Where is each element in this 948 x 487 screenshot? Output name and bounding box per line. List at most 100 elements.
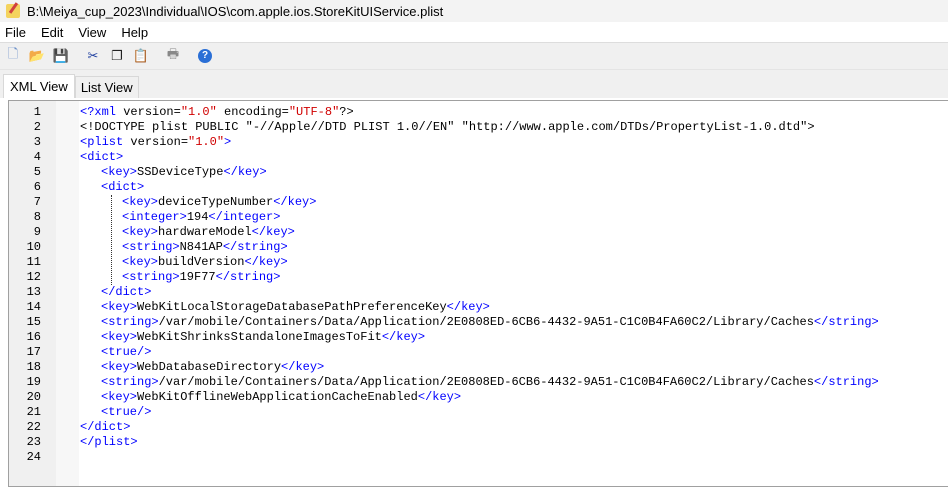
- new-file-icon[interactable]: 🗋: [5, 46, 21, 64]
- open-folder-icon[interactable]: 📂: [29, 48, 45, 64]
- fold-margin: [56, 101, 79, 486]
- xml-tag: </string>: [222, 240, 288, 254]
- menu-edit[interactable]: Edit: [41, 25, 63, 40]
- xml-tag: <plist: [80, 135, 131, 149]
- line-number: 4: [33, 150, 41, 164]
- code-line: 24: [9, 450, 41, 465]
- xml-tag: <string>: [122, 270, 180, 284]
- code-text: <key>buildVersion</key>: [80, 255, 288, 270]
- xml-tag: >: [224, 135, 232, 149]
- code-text: <string>N841AP</string>: [80, 240, 288, 255]
- tab-xml-view[interactable]: XML View: [3, 74, 75, 98]
- xml-tag: </key>: [281, 360, 325, 374]
- code-text: <true/>: [80, 405, 151, 420]
- line-number: 11: [26, 255, 41, 269]
- toolbar: 🗋 📂 💾 ✂ ❐ 📋 🖶 ?: [0, 42, 948, 69]
- code-lines: 1 <?xml version="1.0" encoding="UTF-8"?> 2…: [9, 105, 879, 465]
- title-bar: B:\Meiya_cup_2023\Individual\IOS\com.app…: [0, 0, 948, 22]
- text-content: /var/mobile/Containers/Data/Application/…: [158, 375, 814, 389]
- xml-tag: </key>: [381, 330, 426, 344]
- line-number: 13: [26, 285, 41, 299]
- code-line: 14 <key>WebKitLocalStorageDatabasePathPre…: [9, 300, 490, 315]
- xml-tag: <true/>: [101, 345, 152, 359]
- attribute-value: "1.0": [188, 135, 225, 149]
- text-content: 194: [186, 210, 209, 224]
- xml-tag: <key>: [122, 255, 159, 269]
- line-number: 14: [26, 300, 41, 314]
- xml-tag: </string>: [215, 270, 281, 284]
- xml-tag: </dict>: [80, 420, 131, 434]
- text-content: /var/mobile/Containers/Data/Application/…: [158, 315, 814, 329]
- view-tabs: XML View List View: [0, 69, 948, 98]
- xml-tag: <?xml: [80, 105, 124, 119]
- xml-tag: <key>: [101, 330, 138, 344]
- line-number: 1: [33, 105, 41, 119]
- xml-tag: <dict>: [101, 180, 145, 194]
- paste-icon[interactable]: 📋: [133, 48, 149, 64]
- code-line: 4 <dict>: [9, 150, 123, 165]
- xml-editor[interactable]: 1 <?xml version="1.0" encoding="UTF-8"?> 2…: [8, 100, 948, 487]
- text-content: ?>: [339, 105, 354, 119]
- cut-icon[interactable]: ✂: [85, 48, 101, 64]
- copy-icon[interactable]: ❐: [109, 48, 125, 64]
- text-content: WebDatabaseDirectory: [137, 360, 282, 374]
- xml-tag: <dict>: [80, 150, 124, 164]
- code-text: <key>hardwareModel</key>: [80, 225, 295, 240]
- xml-tag: </key>: [417, 390, 462, 404]
- line-number: 24: [26, 450, 41, 464]
- line-number: 9: [33, 225, 41, 239]
- line-number: 19: [26, 375, 41, 389]
- xml-tag: <key>: [101, 300, 138, 314]
- code-line: 3 <plist version="1.0">: [9, 135, 231, 150]
- text-content: encoding=: [216, 105, 289, 119]
- save-icon[interactable]: 💾: [53, 48, 69, 64]
- code-text: <true/>: [80, 345, 151, 360]
- line-number: 3: [33, 135, 41, 149]
- code-line: 13 </dict>: [9, 285, 152, 300]
- code-line: 6 <dict>: [9, 180, 144, 195]
- text-content: version=: [130, 135, 189, 149]
- code-text: <integer>194</integer>: [80, 210, 280, 225]
- xml-tag: <string>: [101, 315, 159, 329]
- text-content: N841AP: [179, 240, 223, 254]
- line-number: 22: [26, 420, 41, 434]
- code-line: 17 <true/>: [9, 345, 152, 360]
- xml-tag: </plist>: [80, 435, 138, 449]
- attribute-value: "UTF-8": [288, 105, 340, 119]
- text-content: WebKitLocalStorageDatabasePathPreference…: [137, 300, 447, 314]
- xml-tag: <true/>: [101, 405, 152, 419]
- xml-tag: <key>: [101, 390, 138, 404]
- line-number: 21: [26, 405, 41, 419]
- code-text: <string>19F77</string>: [80, 270, 280, 285]
- code-text: </dict>: [80, 420, 130, 435]
- code-text: <plist version="1.0">: [80, 135, 231, 150]
- xml-tag: </key>: [223, 165, 267, 179]
- code-line: 16 <key>WebKitShrinksStandaloneImagesToFi…: [9, 330, 425, 345]
- code-line: 8 <integer>194</integer>: [9, 210, 281, 225]
- xml-tag: </key>: [244, 255, 288, 269]
- line-number: 5: [33, 165, 41, 179]
- attribute-value: "1.0": [180, 105, 217, 119]
- line-number: 12: [26, 270, 41, 284]
- menu-view[interactable]: View: [78, 25, 106, 40]
- menu-help[interactable]: Help: [121, 25, 148, 40]
- code-text: <key>WebKitOfflineWebApplicationCacheEna…: [80, 390, 461, 405]
- code-text: <?xml version="1.0" encoding="UTF-8"?>: [80, 105, 354, 120]
- text-content: <!DOCTYPE plist PUBLIC "-//Apple//DTD PL…: [80, 120, 815, 134]
- menu-file[interactable]: File: [5, 25, 26, 40]
- xml-tag: <string>: [101, 375, 159, 389]
- xml-tag: </string>: [813, 375, 879, 389]
- code-line: 11 <key>buildVersion</key>: [9, 255, 288, 270]
- text-content: WebKitOfflineWebApplicationCacheEnabled: [137, 390, 418, 404]
- xml-tag: </key>: [251, 225, 295, 239]
- xml-tag: <key>: [122, 195, 159, 209]
- tab-list-view[interactable]: List View: [74, 76, 139, 98]
- code-line: 21 <true/>: [9, 405, 152, 420]
- code-text: <string>/var/mobile/Containers/Data/Appl…: [80, 375, 879, 390]
- help-icon[interactable]: ?: [197, 48, 213, 64]
- code-text: </plist>: [80, 435, 138, 450]
- xml-tag: <integer>: [122, 210, 187, 224]
- xml-tag: <key>: [101, 360, 138, 374]
- line-number: 8: [33, 210, 41, 224]
- print-icon[interactable]: 🖶: [165, 46, 181, 64]
